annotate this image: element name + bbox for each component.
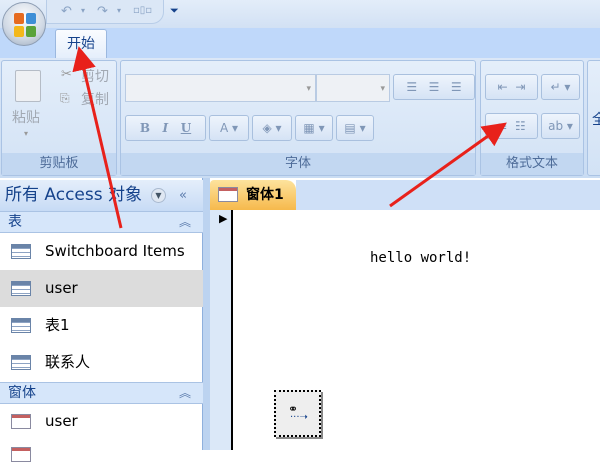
font-color-button[interactable]: A ▾ [209, 115, 249, 141]
grid-icon: ▦ [303, 121, 315, 135]
form-icon [11, 447, 31, 462]
quick-access-toolbar: ↶ ▾ ↷ ▾ ▫▯▫ [46, 0, 164, 24]
increase-indent-icon[interactable]: ⇥ [515, 80, 525, 94]
text-direction-button[interactable]: ↵ ▾ [541, 74, 580, 100]
alternate-fill-icon: ▤ [344, 121, 356, 135]
form-design-area[interactable] [210, 210, 600, 450]
arrow-right-icon: ···➝ [290, 412, 308, 423]
table-icon [11, 244, 31, 259]
bullet-list-icon[interactable]: ☷ [515, 119, 526, 133]
highlight-button[interactable]: ab ▾ [541, 113, 580, 139]
tab-form1[interactable]: 窗体1 [210, 180, 296, 210]
next-group-partial-label: 全 [592, 112, 600, 128]
table-icon [11, 318, 31, 333]
scissors-icon: ✂ [61, 67, 72, 82]
item-label: 联系人 [45, 353, 91, 371]
align-left-icon[interactable]: ☰ [406, 80, 417, 94]
font-group: ▾ ▾ ☰ ☰ ☰ B I U A ▾ ◈ ▾ ▦ ▾ ▤ ▾ 字体 [120, 60, 476, 176]
nav-item-table1[interactable]: 表1 [0, 307, 203, 344]
nav-pane-title: 所有 Access 对象 [5, 185, 143, 205]
tab-home[interactable]: 开始 [55, 29, 107, 59]
bold-button[interactable]: B [140, 121, 150, 135]
view-icon[interactable]: ▫▯▫ [133, 5, 152, 16]
undo-icon[interactable]: ↶ [61, 4, 72, 19]
copy-button[interactable]: 复制 [81, 89, 109, 109]
current-record-icon: ▶ [219, 212, 228, 225]
font-color-icon: A [219, 121, 229, 135]
fill-bucket-icon: ◈ [262, 121, 272, 135]
copy-icon: ⎘ [60, 91, 70, 105]
italic-button[interactable]: I [163, 121, 169, 135]
align-right-icon[interactable]: ☰ [451, 80, 462, 94]
form-icon [218, 187, 238, 202]
format-text-group: ⇤ ⇥ ↵ ▾ ≡ ☷ ab ▾ 格式文本 [480, 60, 584, 176]
office-logo-icon [14, 13, 36, 37]
record-selector[interactable]: ▶ [210, 210, 233, 450]
nav-item-contacts[interactable]: 联系人 [0, 344, 203, 381]
table-icon [11, 355, 31, 370]
section-label: 表 [8, 214, 22, 230]
format-text-group-label: 格式文本 [481, 153, 583, 175]
collapse-pane-icon[interactable]: « [179, 180, 187, 211]
nav-section-tables[interactable]: 表 ︽ [0, 211, 203, 233]
item-label: 表1 [45, 316, 70, 334]
decrease-indent-icon[interactable]: ⇤ [498, 80, 508, 94]
item-label: user [45, 279, 78, 297]
fill-color-button[interactable]: ◈ ▾ [252, 115, 292, 141]
underline-button[interactable]: U [181, 121, 191, 135]
font-name-combo[interactable]: ▾ [125, 74, 316, 102]
item-label: user [45, 412, 78, 430]
redo-dropdown-icon[interactable]: ▾ [117, 6, 121, 15]
find-record-button[interactable]: ⚭ ···➝ [274, 390, 321, 437]
collapse-section-icon[interactable]: ︽ [179, 212, 191, 232]
nav-section-forms[interactable]: 窗体 ︽ [0, 382, 203, 404]
nav-item-user-table[interactable]: user [0, 270, 203, 307]
font-size-combo[interactable]: ▾ [316, 74, 390, 102]
font-group-label: 字体 [121, 153, 475, 175]
collapse-section-icon[interactable]: ︽ [179, 383, 191, 403]
align-center-icon[interactable]: ☰ [429, 80, 440, 94]
document-tab-bar [296, 180, 600, 210]
pane-splitter[interactable] [203, 178, 210, 450]
gridlines-button[interactable]: ▦ ▾ [295, 115, 333, 141]
tab-label: 窗体1 [246, 187, 284, 203]
nav-item-switchboard-items[interactable]: Switchboard Items [0, 233, 203, 270]
form-icon [11, 414, 31, 429]
nav-pane-header[interactable]: 所有 Access 对象 ▼ « [0, 180, 203, 211]
clipboard-group-label: 剪贴板 [2, 153, 116, 175]
customize-toolbar-icon[interactable]: ⏷ [170, 4, 179, 18]
office-button[interactable] [2, 2, 46, 46]
clipboard-group: 粘贴 ▾ ✂ 剪切 ⎘ 复制 剪贴板 [1, 60, 117, 176]
nav-menu-dropdown-icon[interactable]: ▼ [151, 188, 166, 203]
hello-label[interactable]: hello world! [370, 250, 471, 266]
redo-icon[interactable]: ↷ [97, 4, 108, 19]
nav-item-user-form[interactable]: user [0, 403, 203, 440]
cut-button[interactable]: 剪切 [81, 66, 109, 86]
table-icon [11, 281, 31, 296]
alternate-fill-button[interactable]: ▤ ▾ [336, 115, 374, 141]
paste-dropdown-icon[interactable]: ▾ [24, 129, 28, 138]
numbered-list-icon[interactable]: ≡ [497, 119, 507, 133]
paste-icon [15, 70, 41, 102]
paste-button[interactable]: 粘贴 [12, 107, 40, 127]
next-group: 全 [587, 60, 600, 176]
undo-dropdown-icon[interactable]: ▾ [81, 6, 85, 15]
align-buttons: ☰ ☰ ☰ [393, 74, 475, 100]
section-label: 窗体 [8, 385, 36, 401]
item-label: Switchboard Items [45, 242, 185, 260]
